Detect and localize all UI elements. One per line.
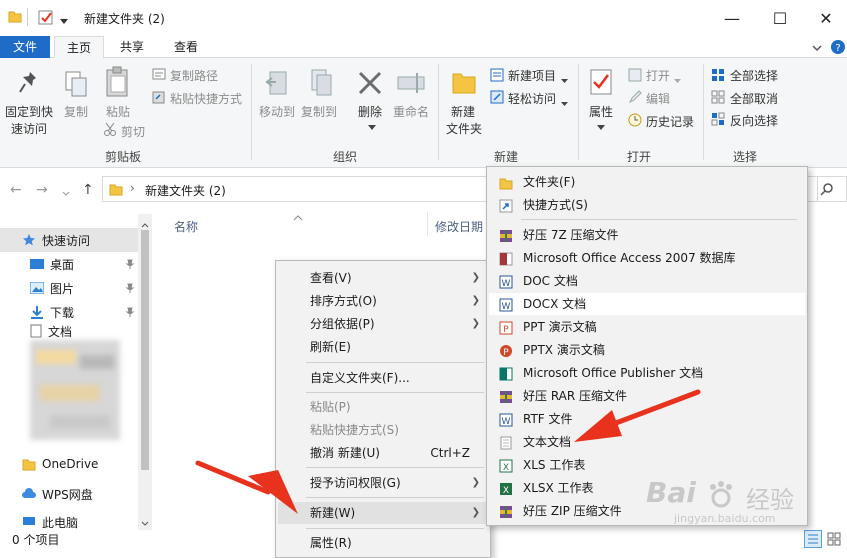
watermark-url: jingyan.baidu.com (674, 512, 776, 525)
annotation-arrows (195, 389, 701, 514)
arrow-to-text-document (574, 389, 701, 442)
watermark: Bai 经验 jingyan.baidu.com (644, 476, 844, 526)
paw-icon (706, 480, 736, 510)
watermark-brand-a: Bai (646, 476, 696, 509)
arrow-to-new-menu (195, 460, 298, 514)
watermark-brand-b: 经验 (746, 486, 794, 514)
